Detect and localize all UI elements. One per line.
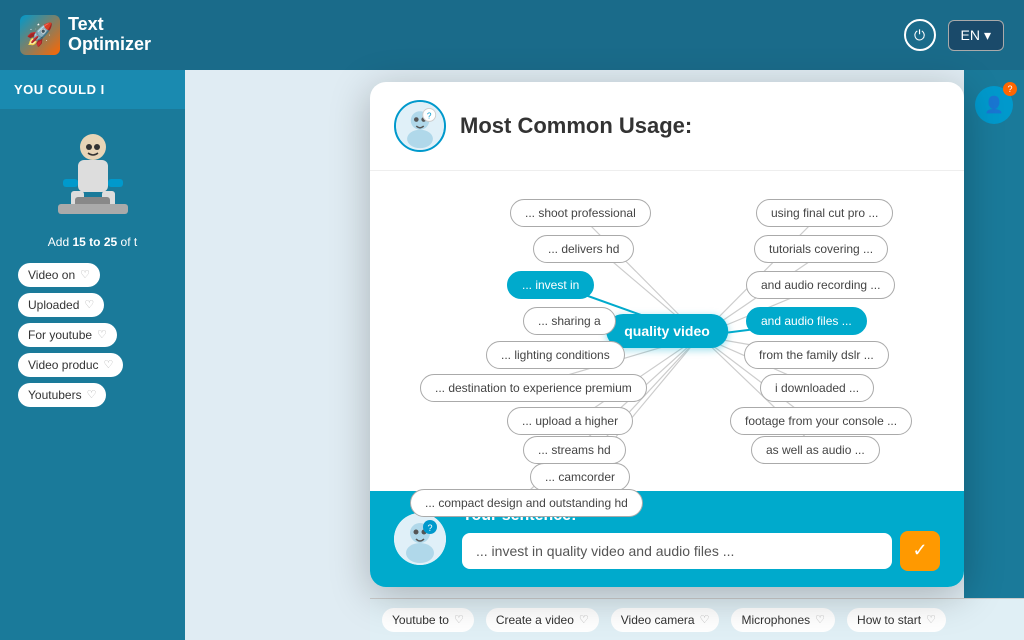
modal-avatar-svg: ? [396,100,444,152]
header: 🚀 Text Optimizer ⏻ EN ▾ [0,0,1024,70]
person-illustration [53,129,133,219]
main-area: YOU COULD I A [0,70,1024,640]
node-tutorials-covering[interactable]: tutorials covering ... [754,235,888,263]
chip-create-video[interactable]: Create a video♡ [486,608,599,632]
chip-uploaded[interactable]: Uploaded♡ [18,293,104,317]
avatar[interactable]: 👤 ? [975,86,1013,124]
language-button[interactable]: EN ▾ [948,20,1004,51]
node-footage-console[interactable]: footage from your console ... [730,407,912,435]
bottom-chips: Youtube to♡ Create a video♡ Video camera… [370,598,1024,640]
sidebar-illustration [10,119,175,229]
svg-text:?: ? [427,110,432,120]
node-upload-higher[interactable]: ... upload a higher [507,407,633,435]
modal-overlay: ? Most Common Usage: [370,70,964,598]
node-final-cut-pro[interactable]: using final cut pro ... [756,199,893,227]
chevron-down-icon: ▾ [984,27,991,44]
node-shoot-professional[interactable]: ... shoot professional [510,199,651,227]
node-as-well-as-audio[interactable]: as well as audio ... [751,436,880,464]
sidebar-header: YOU COULD I [0,70,185,109]
lang-label: EN [961,27,980,43]
confirm-button[interactable]: ✓ [900,531,940,571]
chip-video-on[interactable]: Video on♡ [18,263,100,287]
add-text: Add 15 to 25 of t [10,229,175,256]
node-camcorder[interactable]: ... camcorder [530,463,630,491]
header-right: ⏻ EN ▾ [904,19,1004,51]
chip-how-to-start[interactable]: How to start♡ [847,608,946,632]
modal-title: Most Common Usage: [460,113,692,139]
center-node[interactable]: quality video [606,314,728,348]
node-sharing-a[interactable]: ... sharing a [523,307,616,335]
sentence-input[interactable] [462,533,892,569]
power-button[interactable]: ⏻ [904,19,936,51]
chip-for-youtube[interactable]: For youtube♡ [18,323,117,347]
logo-text-bot: Optimizer [68,34,151,54]
logo-text-top: Text [68,14,104,34]
node-lighting-conditions[interactable]: ... lighting conditions [486,341,625,369]
logo-icon: 🚀 [20,15,60,55]
sidebar-content: Add 15 to 25 of t Video on♡ Uploaded♡ Fo… [0,109,185,424]
chip-video-produc[interactable]: Video produc♡ [18,353,123,377]
right-area: 👤 ? [185,70,1024,640]
chip-youtubers[interactable]: Youtubers♡ [18,383,106,407]
logo: 🚀 Text Optimizer [20,15,151,55]
node-compact-design[interactable]: ... compact design and outstanding hd [410,489,643,517]
sidebar-chips: Video on♡ Uploaded♡ For youtube♡ Video p… [10,256,175,414]
node-audio-files[interactable]: and audio files ... [746,307,867,335]
node-audio-recording[interactable]: and audio recording ... [746,271,895,299]
node-delivers-hd[interactable]: ... delivers hd [533,235,634,263]
footer-avatar: ? [394,513,446,565]
chip-youtube-to[interactable]: Youtube to♡ [382,608,474,632]
logo-text: Text Optimizer [68,15,151,55]
node-downloaded[interactable]: i downloaded ... [760,374,874,402]
footer-avatar-svg: ? [394,513,446,565]
right-sidebar: 👤 ? [964,70,1024,640]
sidebar: YOU COULD I A [0,70,185,640]
node-invest-in[interactable]: ... invest in [507,271,594,299]
svg-text:?: ? [427,523,432,533]
node-family-dslr[interactable]: from the family dslr ... [744,341,889,369]
modal-avatar: ? [394,100,446,152]
chip-video-camera[interactable]: Video camera♡ [611,608,720,632]
modal-header: ? Most Common Usage: [370,82,964,171]
badge: ? [1003,82,1017,96]
node-streams-hd[interactable]: ... streams hd [523,436,626,464]
chip-microphones[interactable]: Microphones♡ [731,608,835,632]
footer-input-row: ✓ [462,531,940,571]
sidebar-header-label: YOU COULD I [14,82,105,97]
mindmap-area: quality video ... shoot professional ...… [370,171,964,491]
modal: ? Most Common Usage: [370,82,964,587]
node-destination[interactable]: ... destination to experience premium [420,374,647,402]
